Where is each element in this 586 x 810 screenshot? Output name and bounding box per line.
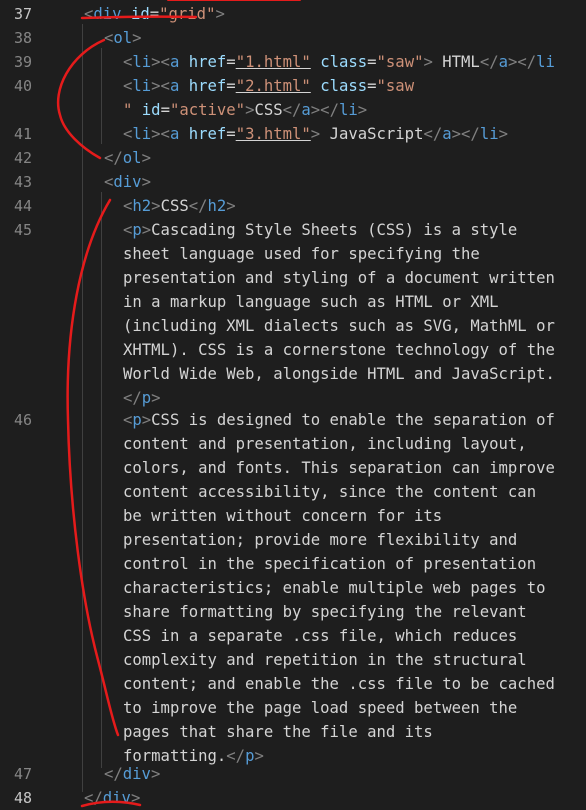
code-line: presentation and styling of a document w…	[123, 269, 555, 287]
code-line: pages that share the file and its	[123, 723, 433, 741]
line-number: 37	[13, 5, 32, 23]
code-line: content accessibility, since the content…	[123, 483, 537, 501]
code-line: </p>	[123, 389, 161, 407]
code-line: <p>CSS is designed to enable the separat…	[123, 411, 555, 429]
code-line: <ol>	[104, 29, 142, 47]
code-line: be written without concern for its	[123, 507, 443, 525]
code-line: </ol>	[104, 149, 151, 167]
code-line: World Wide Web, alongside HTML and JavaS…	[123, 365, 555, 383]
code-line: characteristics; enable multiple web pag…	[123, 579, 546, 597]
code-line: <p>Cascading Style Sheets (CSS) is a sty…	[123, 221, 518, 239]
line-number: 48	[13, 789, 32, 807]
line-number: 40	[13, 77, 32, 95]
line-number: 38	[13, 29, 32, 47]
code-line: (including XML dialects such as SVG, Mat…	[123, 317, 555, 335]
code-line: to improve the page load speed between t…	[123, 699, 518, 717]
code-line: <h2>CSS</h2>	[123, 197, 236, 215]
code-line: </div>	[84, 789, 141, 807]
code-editor[interactable]: 37 38 39 40 41 42 43 44 45 46 47 48 <div…	[0, 0, 586, 810]
code-line: content and presentation, including layo…	[123, 435, 527, 453]
line-number: 41	[13, 125, 32, 143]
code-line: presentation; provide more flexibility a…	[123, 531, 518, 549]
indent-guide	[101, 192, 102, 768]
line-number: 47	[13, 765, 32, 783]
indent-guide	[101, 48, 102, 144]
line-number: 45	[13, 221, 32, 239]
code-line: colors, and fonts. This separation can i…	[123, 459, 555, 477]
code-line: " id="active">CSS</a></li>	[123, 101, 368, 119]
code-line: complexity and repetition in the structu…	[123, 651, 527, 669]
code-line: in a markup language such as HTML or XML	[123, 293, 499, 311]
line-number: 42	[13, 149, 32, 167]
line-number: 46	[13, 411, 32, 429]
code-line: <div id="grid">	[84, 5, 225, 23]
line-number: 39	[13, 53, 32, 71]
code-line: control in the specification of presenta…	[123, 555, 537, 573]
line-number: 43	[13, 173, 32, 191]
code-line: CSS in a separate .css file, which reduc…	[123, 627, 518, 645]
line-number: 44	[13, 197, 32, 215]
code-line: <li><a href="3.html"> JavaScript</a></li…	[123, 125, 508, 143]
code-line: </div>	[104, 765, 161, 783]
code-line: share formatting by specifying the relev…	[123, 603, 527, 621]
indent-guide	[82, 24, 83, 792]
code-line: <li><a href="1.html" class="saw"> HTML</…	[123, 53, 555, 71]
code-line: content; and enable the .css file to be …	[123, 675, 555, 693]
code-line: XHTML). CSS is a cornerstone technology …	[123, 341, 555, 359]
code-line: <div>	[104, 173, 151, 191]
code-line: <li><a href="2.html" class="saw	[123, 77, 415, 95]
code-line: sheet language used for specifying the	[123, 245, 480, 263]
